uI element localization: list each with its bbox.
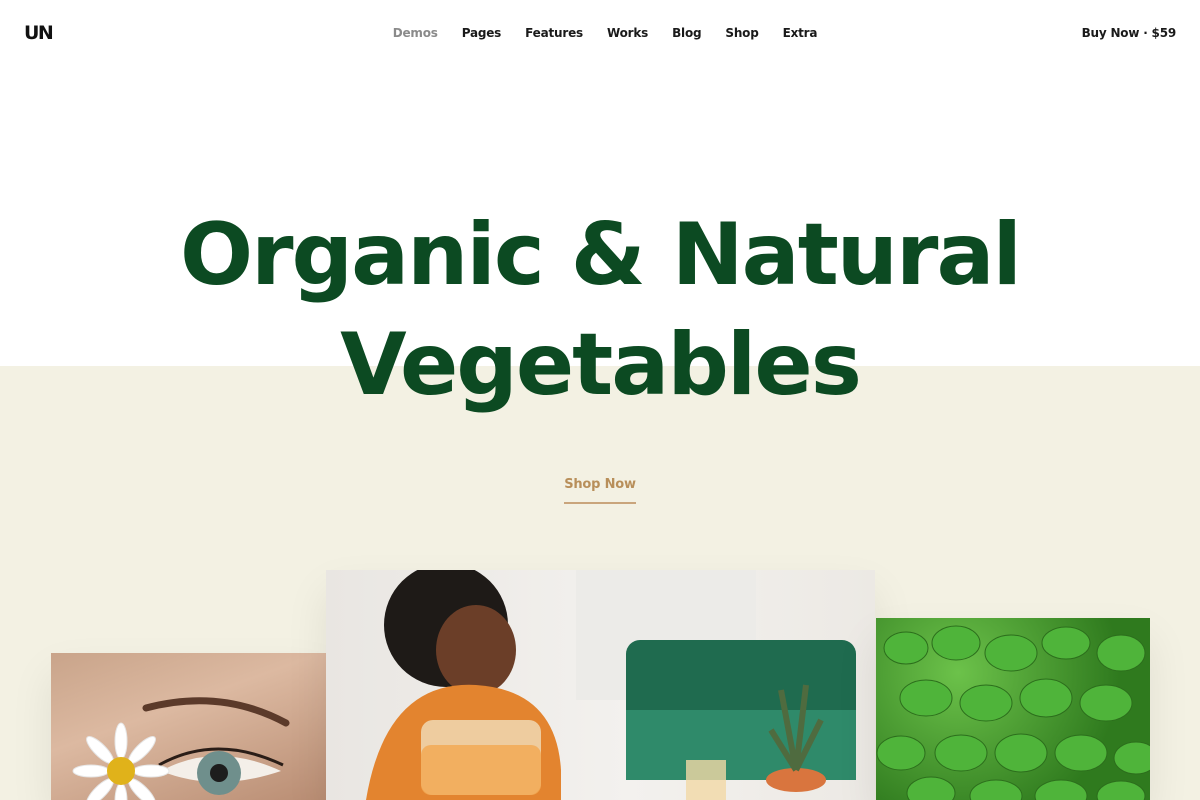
nav-shop[interactable]: Shop	[725, 26, 758, 40]
leaves-illustration	[876, 625, 1150, 800]
nav-works[interactable]: Works	[607, 26, 648, 40]
hero-headline-line2: Vegetables	[340, 315, 862, 415]
nav-extra[interactable]: Extra	[783, 26, 818, 40]
main-nav: Demos Pages Features Works Blog Shop Ext…	[0, 26, 1200, 40]
nav-demos[interactable]: Demos	[393, 26, 438, 40]
buy-now-link[interactable]: Buy Now · $59	[1082, 26, 1177, 40]
photo-woman-pouring-juice	[326, 570, 875, 800]
photo-eye-daisy	[51, 653, 326, 800]
nav-features[interactable]: Features	[525, 26, 583, 40]
nav-pages[interactable]: Pages	[462, 26, 502, 40]
shop-now-button[interactable]: Shop Now	[564, 477, 636, 504]
hero-headline-line1: Organic & Natural	[180, 205, 1022, 305]
photo-green-leaves	[876, 618, 1150, 800]
nav-blog[interactable]: Blog	[672, 26, 701, 40]
eye-daisy-illustration	[72, 697, 290, 800]
woman-pouring-illustration	[366, 570, 856, 800]
